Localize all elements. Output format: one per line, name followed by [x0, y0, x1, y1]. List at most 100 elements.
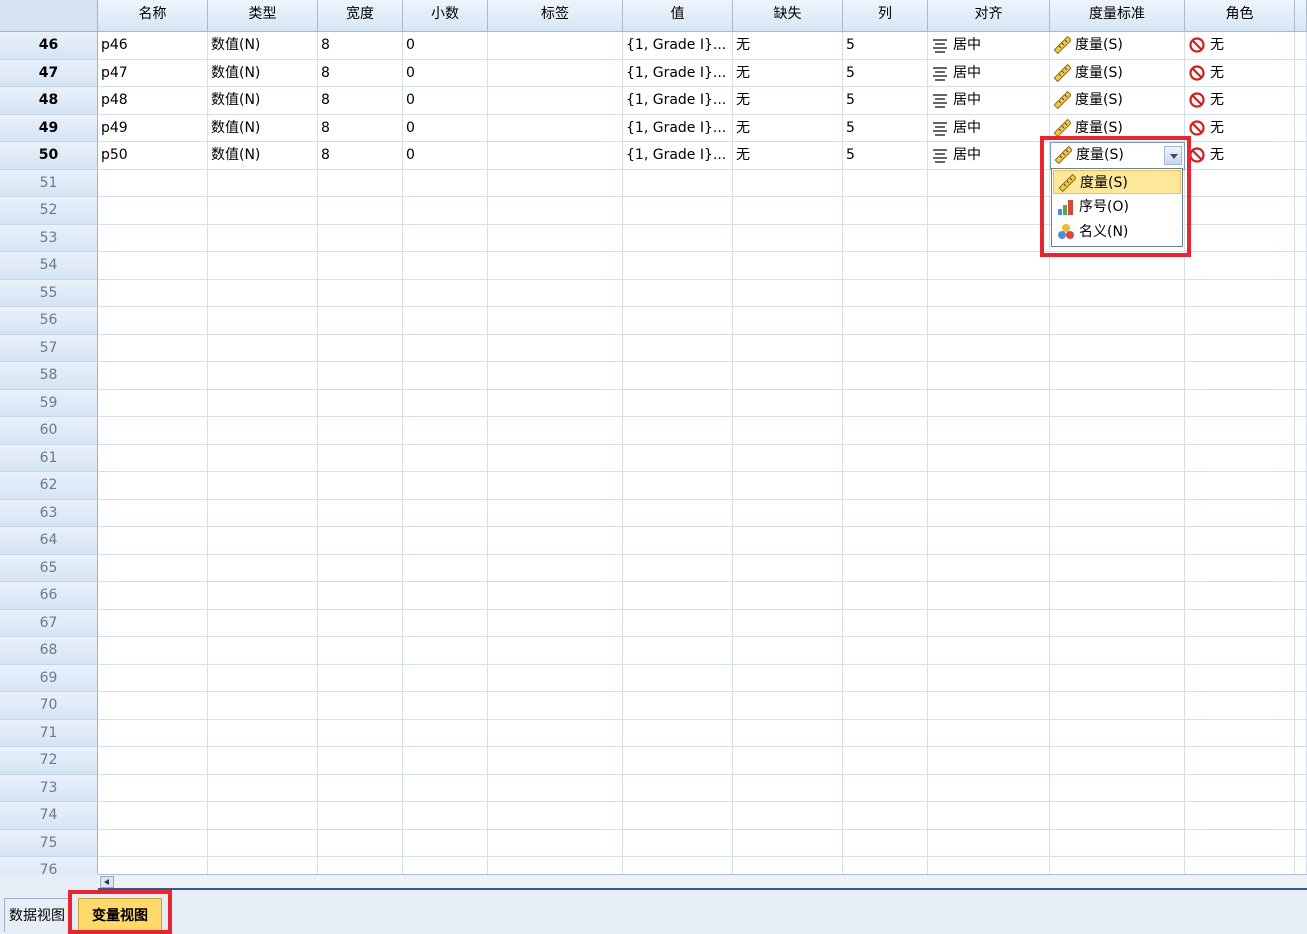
- cell-decimals[interactable]: 0: [403, 114, 488, 142]
- empty-cell[interactable]: [1185, 499, 1295, 527]
- empty-cell[interactable]: [208, 609, 318, 637]
- empty-cell[interactable]: [98, 692, 208, 720]
- empty-cell[interactable]: [403, 582, 488, 610]
- empty-cell[interactable]: [318, 857, 403, 874]
- empty-cell[interactable]: [403, 417, 488, 445]
- empty-cell[interactable]: [488, 774, 623, 802]
- empty-cell[interactable]: [843, 857, 928, 874]
- row-header[interactable]: 66: [0, 582, 98, 610]
- empty-cell[interactable]: [928, 444, 1050, 472]
- empty-cell[interactable]: [1185, 637, 1295, 665]
- empty-cell[interactable]: [98, 582, 208, 610]
- row-header[interactable]: 55: [0, 279, 98, 307]
- empty-cell[interactable]: [488, 417, 623, 445]
- empty-cell[interactable]: [403, 279, 488, 307]
- empty-cell[interactable]: [488, 279, 623, 307]
- horizontal-scrollbar[interactable]: [98, 874, 1307, 890]
- empty-cell[interactable]: [733, 554, 843, 582]
- empty-cell[interactable]: [318, 664, 403, 692]
- empty-cell[interactable]: [318, 444, 403, 472]
- tab-variable-view[interactable]: 变量视图: [78, 898, 162, 932]
- cell-name[interactable]: p50: [98, 142, 208, 170]
- empty-cell[interactable]: [488, 197, 623, 225]
- empty-cell[interactable]: [208, 857, 318, 874]
- empty-cell[interactable]: [843, 582, 928, 610]
- empty-cell[interactable]: [98, 747, 208, 775]
- empty-cell[interactable]: [98, 609, 208, 637]
- empty-cell[interactable]: [623, 774, 733, 802]
- empty-cell[interactable]: [1050, 774, 1185, 802]
- empty-cell[interactable]: [318, 252, 403, 280]
- empty-cell[interactable]: [623, 554, 733, 582]
- empty-cell[interactable]: [623, 307, 733, 335]
- empty-cell[interactable]: [843, 747, 928, 775]
- empty-cell[interactable]: [843, 197, 928, 225]
- empty-cell[interactable]: [98, 252, 208, 280]
- cell-measure[interactable]: 度量(S): [1050, 59, 1185, 87]
- column-header-5[interactable]: 标签: [488, 0, 623, 32]
- cell-type[interactable]: 数值(N): [208, 59, 318, 87]
- empty-cell[interactable]: [1185, 444, 1295, 472]
- empty-cell[interactable]: [488, 334, 623, 362]
- empty-cell[interactable]: [623, 527, 733, 555]
- empty-cell[interactable]: [488, 224, 623, 252]
- empty-cell[interactable]: [208, 664, 318, 692]
- empty-cell[interactable]: [843, 417, 928, 445]
- empty-cell[interactable]: [98, 279, 208, 307]
- cell-missing[interactable]: 无: [733, 114, 843, 142]
- empty-cell[interactable]: [733, 774, 843, 802]
- column-header-2[interactable]: 类型: [208, 0, 318, 32]
- empty-cell[interactable]: [928, 224, 1050, 252]
- empty-cell[interactable]: [403, 499, 488, 527]
- row-header[interactable]: 48: [0, 87, 98, 115]
- empty-cell[interactable]: [733, 472, 843, 500]
- scroll-left-icon[interactable]: [100, 876, 114, 888]
- empty-cell[interactable]: [1050, 252, 1185, 280]
- cell-type[interactable]: 数值(N): [208, 114, 318, 142]
- empty-cell[interactable]: [403, 252, 488, 280]
- empty-cell[interactable]: [318, 719, 403, 747]
- empty-cell[interactable]: [1050, 664, 1185, 692]
- row-header[interactable]: 76: [0, 857, 98, 874]
- empty-cell[interactable]: [733, 279, 843, 307]
- empty-cell[interactable]: [403, 527, 488, 555]
- empty-cell[interactable]: [623, 252, 733, 280]
- row-header[interactable]: 73: [0, 774, 98, 802]
- empty-cell[interactable]: [1050, 417, 1185, 445]
- empty-cell[interactable]: [1050, 527, 1185, 555]
- empty-cell[interactable]: [623, 472, 733, 500]
- empty-cell[interactable]: [1185, 747, 1295, 775]
- row-header[interactable]: 60: [0, 417, 98, 445]
- empty-cell[interactable]: [928, 802, 1050, 830]
- cell-name[interactable]: p47: [98, 59, 208, 87]
- empty-cell[interactable]: [623, 169, 733, 197]
- row-header[interactable]: 68: [0, 637, 98, 665]
- empty-cell[interactable]: [843, 829, 928, 857]
- cell-name[interactable]: p46: [98, 32, 208, 60]
- empty-cell[interactable]: [928, 279, 1050, 307]
- column-header-3[interactable]: 宽度: [318, 0, 403, 32]
- cell-values[interactable]: {1, Grade I}...: [623, 32, 733, 60]
- cell-role[interactable]: 无: [1185, 142, 1295, 170]
- empty-cell[interactable]: [98, 444, 208, 472]
- cell-label[interactable]: [488, 114, 623, 142]
- empty-cell[interactable]: [928, 637, 1050, 665]
- row-header[interactable]: 75: [0, 829, 98, 857]
- empty-cell[interactable]: [208, 307, 318, 335]
- cell-role[interactable]: 无: [1185, 59, 1295, 87]
- empty-cell[interactable]: [623, 802, 733, 830]
- cell-decimals[interactable]: 0: [403, 59, 488, 87]
- empty-cell[interactable]: [843, 802, 928, 830]
- empty-cell[interactable]: [623, 609, 733, 637]
- empty-cell[interactable]: [98, 224, 208, 252]
- empty-cell[interactable]: [403, 169, 488, 197]
- empty-cell[interactable]: [1050, 362, 1185, 390]
- empty-cell[interactable]: [928, 307, 1050, 335]
- cell-align[interactable]: 居中: [928, 32, 1050, 60]
- empty-cell[interactable]: [733, 224, 843, 252]
- empty-cell[interactable]: [928, 472, 1050, 500]
- empty-cell[interactable]: [1185, 554, 1295, 582]
- measure-dropdown-list[interactable]: 度量(S) 序号(O) 名义(N): [1051, 168, 1183, 247]
- cell-columns[interactable]: 5: [843, 59, 928, 87]
- empty-cell[interactable]: [488, 692, 623, 720]
